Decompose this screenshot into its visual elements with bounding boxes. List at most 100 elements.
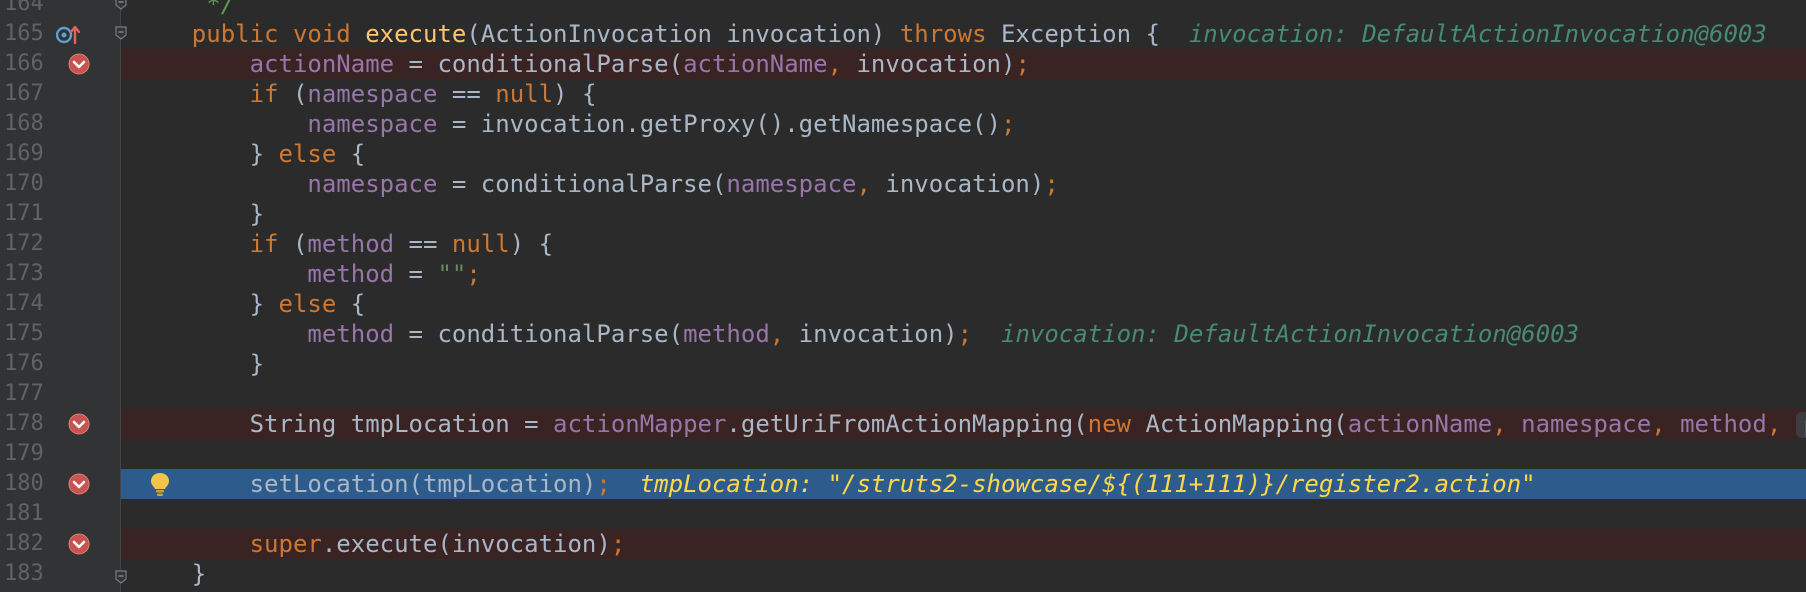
keyword-token: , (769, 320, 799, 348)
code-line[interactable]: 169 } else { (0, 139, 1806, 169)
code-token: invocation) (856, 50, 1016, 78)
fold-marker-icon[interactable] (114, 0, 128, 11)
line-number[interactable]: 179 (4, 439, 50, 469)
code-text[interactable]: namespace = invocation.getProxy().getNam… (134, 109, 1015, 139)
inline-debug-value: "/struts2-showcase/${(111+111)}/register… (827, 470, 1536, 498)
line-number[interactable]: 171 (4, 199, 50, 229)
code-line[interactable]: 166 actionName = conditionalParse(action… (0, 49, 1806, 79)
code-line[interactable]: 176 } (0, 349, 1806, 379)
code-text[interactable]: } (134, 559, 206, 589)
keyword-token: if (249, 230, 293, 258)
inline-debug-value: invocation: DefaultActionInvocation@6003 (1001, 320, 1579, 348)
code-line[interactable]: 167 if (namespace == null) { (0, 79, 1806, 109)
keyword-token: , (1651, 410, 1681, 438)
code-editor[interactable]: 164 */165 public void execute(ActionInvo… (0, 0, 1806, 592)
code-text[interactable]: } else { (134, 139, 366, 169)
code-line[interactable]: 171 } (0, 199, 1806, 229)
fold-marker-icon[interactable] (114, 25, 128, 41)
breakpoint-icon[interactable] (68, 533, 90, 555)
code-line[interactable]: 177 (0, 379, 1806, 409)
code-line[interactable]: 174 } else { (0, 289, 1806, 319)
code-token: = conditionalParse( (394, 50, 684, 78)
line-number[interactable]: 175 (4, 319, 50, 349)
code-text[interactable]: */ (134, 0, 235, 19)
code-text[interactable]: } else { (134, 289, 366, 319)
code-text[interactable]: String tmpLocation = actionMapper.getUri… (134, 409, 1806, 439)
field-token: namespace (307, 110, 438, 138)
line-number[interactable]: 167 (4, 79, 50, 109)
line-number[interactable]: 168 (4, 109, 50, 139)
fold-marker-icon[interactable] (114, 569, 128, 585)
code-text[interactable]: method = conditionalParse(method, invoca… (134, 319, 1579, 349)
line-number[interactable]: 164 (4, 0, 50, 19)
line-number[interactable]: 183 (4, 559, 50, 589)
field-token: method (307, 230, 395, 258)
code-line[interactable]: 168 namespace = invocation.getProxy().ge… (0, 109, 1806, 139)
code-line[interactable]: 181 (0, 499, 1806, 529)
code-text[interactable]: if (namespace == null) { (134, 79, 597, 109)
field-token: namespace (1521, 410, 1652, 438)
keyword-token: new (1087, 410, 1146, 438)
code-token: = (394, 260, 438, 288)
field-token: method (1680, 410, 1767, 438)
method-name-token: execute (365, 20, 467, 48)
line-number[interactable]: 177 (4, 379, 50, 409)
code-text[interactable]: super.execute(invocation); (134, 529, 626, 559)
override-method-icon[interactable] (56, 23, 82, 45)
code-line[interactable]: 164 */ (0, 0, 1806, 19)
code-text[interactable]: if (method == null) { (134, 229, 553, 259)
line-number[interactable]: 172 (4, 229, 50, 259)
code-line[interactable]: 180 setLocation(tmpLocation); tmpLocatio… (0, 469, 1806, 499)
line-number[interactable]: 174 (4, 289, 50, 319)
code-text[interactable]: actionName = conditionalParse(actionName… (134, 49, 1030, 79)
code-token: == (394, 230, 452, 258)
code-line[interactable]: 170 namespace = conditionalParse(namespa… (0, 169, 1806, 199)
breakpoint-icon[interactable] (68, 53, 90, 75)
line-number[interactable]: 169 (4, 139, 50, 169)
breakpoint-icon[interactable] (68, 473, 90, 495)
code-text[interactable]: setLocation(tmpLocation); tmpLocation: "… (134, 469, 1536, 499)
line-number[interactable]: 181 (4, 499, 50, 529)
line-number[interactable]: 165 (4, 19, 50, 49)
code-token: = invocation.getProxy().getNamespace() (437, 110, 1001, 138)
code-text[interactable]: namespace = conditionalParse(namespace, … (134, 169, 1059, 199)
keyword-token: , (827, 50, 857, 78)
keyword-token: null (495, 80, 554, 108)
code-line[interactable]: 165 public void execute(ActionInvocation… (0, 19, 1806, 49)
keyword-token: ; (1044, 170, 1059, 198)
comment-token: */ (134, 0, 236, 18)
code-line[interactable]: 178 String tmpLocation = actionMapper.ge… (0, 409, 1806, 439)
field-token: method (307, 320, 395, 348)
code-token: ( (292, 80, 308, 108)
code-line[interactable]: 182 super.execute(invocation); (0, 529, 1806, 559)
code-text[interactable]: } (134, 199, 264, 229)
line-number[interactable]: 166 (4, 49, 50, 79)
code-text[interactable]: public void execute(ActionInvocation inv… (134, 19, 1767, 49)
line-number[interactable]: 178 (4, 409, 50, 439)
line-number[interactable]: 176 (4, 349, 50, 379)
code-token: { (350, 290, 366, 318)
line-number[interactable]: 170 (4, 169, 50, 199)
keyword-token: , (1492, 410, 1522, 438)
line-number[interactable]: 180 (4, 469, 50, 499)
code-text[interactable]: } (134, 349, 264, 379)
code-line[interactable]: 175 method = conditionalParse(method, in… (0, 319, 1806, 349)
code-line[interactable]: 172 if (method == null) { (0, 229, 1806, 259)
code-line[interactable]: 173 method = ""; (0, 259, 1806, 289)
code-token: invocation) (798, 320, 958, 348)
keyword-token: else (278, 140, 351, 168)
code-token: Exception { (1000, 20, 1189, 48)
line-number[interactable]: 173 (4, 259, 50, 289)
breakpoint-icon[interactable] (68, 413, 90, 435)
code-text[interactable]: method = ""; (134, 259, 480, 289)
inline-debug-value: tmpLocation: (639, 470, 828, 498)
line-number[interactable]: 182 (4, 529, 50, 559)
code-line[interactable]: 183 } (0, 559, 1806, 589)
code-token: } (134, 140, 279, 168)
code-line[interactable]: 179 (0, 439, 1806, 469)
keyword-token: ; (1000, 110, 1016, 138)
